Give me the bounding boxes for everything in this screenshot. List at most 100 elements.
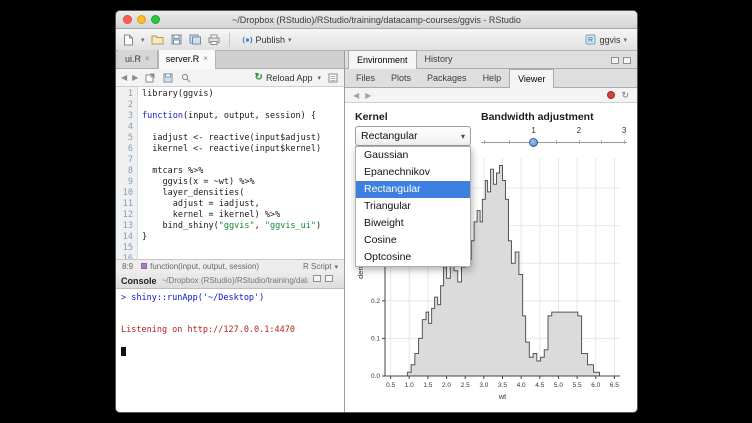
svg-text:3.0: 3.0 — [479, 382, 488, 389]
file-type-selector[interactable]: R Script ▾ — [303, 262, 338, 271]
tab-files[interactable]: Files — [348, 69, 383, 87]
code-line: adjust = iadjust, — [142, 199, 344, 210]
select-caret-icon: ▾ — [461, 132, 465, 141]
maximize-pane-icon[interactable] — [325, 275, 333, 282]
close-tab-icon[interactable]: × — [145, 55, 150, 63]
line-number: 12 — [116, 210, 133, 221]
svg-text:1.5: 1.5 — [423, 382, 432, 389]
save-icon[interactable] — [170, 33, 183, 46]
code-line: library(ggvis) — [142, 89, 344, 100]
code-line: kernel = ikernel) %>% — [142, 210, 344, 221]
slider-tick-label: 2 — [577, 126, 581, 135]
bandwidth-label: Bandwidth adjustment — [481, 111, 627, 123]
viewer-refresh-icon[interactable]: ↻ — [621, 90, 629, 101]
code-line: ggvis(x = ~wt) %>% — [142, 177, 344, 188]
code-editor[interactable]: 12345678910111213141516 library(ggvis) f… — [116, 87, 344, 259]
save-all-icon[interactable] — [189, 33, 202, 46]
kernel-dropdown-menu: GaussianEpanechnikovRectangularTriangula… — [355, 146, 471, 267]
minimize-pane-icon[interactable] — [313, 275, 321, 282]
project-caret-icon: ▾ — [623, 36, 627, 44]
dropdown-option[interactable]: Optcosine — [356, 249, 470, 266]
new-file-caret-icon[interactable]: ▾ — [141, 36, 145, 44]
viewer-tabbar: FilesPlotsPackagesHelpViewer — [345, 69, 637, 88]
open-folder-icon[interactable] — [151, 33, 164, 46]
dropdown-option[interactable]: Biweight — [356, 215, 470, 232]
line-number: 9 — [116, 177, 133, 188]
nav-back-icon[interactable]: ◀ — [121, 73, 127, 82]
code-line — [142, 243, 344, 254]
dropdown-option[interactable]: Triangular — [356, 198, 470, 215]
line-number: 1 — [116, 89, 133, 100]
svg-text:4.5: 4.5 — [535, 382, 544, 389]
tab-environment[interactable]: Environment — [348, 50, 417, 69]
svg-text:0.0: 0.0 — [371, 373, 380, 380]
code-token: , — [255, 221, 265, 231]
svg-text:3.5: 3.5 — [498, 382, 507, 389]
popout-editor-icon[interactable] — [143, 71, 156, 84]
slider-tick-mark — [601, 140, 602, 144]
zoom-window-button[interactable] — [151, 15, 160, 24]
console-pane: Console ~/Dropbox (RStudio)/RStudio/trai… — [116, 273, 344, 412]
console-tab[interactable]: Console — [121, 276, 157, 286]
tab-packages[interactable]: Packages — [419, 69, 475, 87]
kernel-select[interactable]: Rectangular ▾ — [355, 126, 471, 146]
nav-forward-icon[interactable]: ▶ — [132, 73, 138, 82]
kernel-select-value: Rectangular — [361, 130, 418, 142]
print-icon[interactable] — [208, 33, 221, 46]
file-type-label: R Script — [303, 262, 331, 271]
publish-button[interactable]: Publish ▾ — [238, 32, 296, 47]
tab-viewer[interactable]: Viewer — [509, 69, 554, 88]
slider-handle[interactable] — [529, 138, 538, 147]
dropdown-option[interactable]: Rectangular — [356, 181, 470, 198]
code-token: ) — [316, 221, 321, 231]
app-controls: Kernel Rectangular ▾ Bandwidth adjustmen… — [355, 111, 627, 148]
scope-function-icon — [141, 263, 147, 269]
viewer-back-icon[interactable]: ◀ — [353, 91, 359, 100]
code-token: "ggvis" — [219, 221, 255, 231]
slider-track[interactable] — [481, 142, 627, 143]
console-output[interactable]: > shiny::runApp('~/Desktop') Listening o… — [116, 289, 344, 412]
reload-app-button[interactable]: ↻ Reload App — [255, 72, 313, 83]
tab-help[interactable]: Help — [475, 69, 510, 87]
tab-history[interactable]: History — [417, 50, 461, 68]
dropdown-option[interactable]: Epanechnikov — [356, 164, 470, 181]
dropdown-option[interactable]: Gaussian — [356, 147, 470, 164]
publish-caret-icon: ▾ — [288, 36, 292, 44]
editor-tab-label: ui.R — [125, 54, 141, 64]
stop-app-button[interactable] — [607, 91, 615, 99]
project-label: ggvis — [599, 35, 620, 45]
code-token: iadjust <- reactive(input$adjust) — [142, 133, 321, 143]
reload-app-caret-icon[interactable]: ▾ — [317, 74, 321, 82]
console-header: Console ~/Dropbox (RStudio)/RStudio/trai… — [116, 273, 344, 289]
line-number: 5 — [116, 133, 133, 144]
project-selector[interactable]: R ggvis ▾ — [581, 32, 631, 47]
code-token: library(ggvis) — [142, 89, 214, 99]
new-file-icon[interactable] — [122, 33, 135, 46]
console-line — [121, 335, 344, 346]
svg-text:2.5: 2.5 — [461, 382, 470, 389]
close-window-button[interactable] — [123, 15, 132, 24]
line-number: 8 — [116, 166, 133, 177]
reload-icon: ↻ — [255, 72, 263, 83]
minimize-env-pane-icon[interactable] — [611, 57, 619, 64]
viewer-forward-icon[interactable]: ▶ — [365, 91, 371, 100]
dropdown-option[interactable]: Cosine — [356, 232, 470, 249]
editor-tab-label: server.R — [166, 54, 200, 64]
maximize-env-pane-icon[interactable] — [623, 57, 631, 64]
save-file-icon[interactable] — [161, 71, 174, 84]
tab-plots[interactable]: Plots — [383, 69, 419, 87]
scope-selector[interactable]: function(input, output, session) — [141, 262, 259, 271]
code-token: layer_densities( — [142, 188, 244, 198]
source-menu-icon[interactable] — [326, 71, 339, 84]
editor-statusbar: 8:9 function(input, output, session) R S… — [116, 259, 344, 273]
close-tab-icon[interactable]: × — [203, 55, 208, 63]
editor-tab-server.R[interactable]: server.R× — [158, 50, 216, 69]
code-line — [142, 100, 344, 111]
line-number: 2 — [116, 100, 133, 111]
bandwidth-slider[interactable]: 123 — [481, 126, 627, 148]
editor-tab-ui.R[interactable]: ui.R × — [118, 50, 158, 68]
line-number: 6 — [116, 144, 133, 155]
minimize-window-button[interactable] — [137, 15, 146, 24]
reload-app-label: Reload App — [266, 73, 313, 83]
find-icon[interactable] — [179, 71, 192, 84]
